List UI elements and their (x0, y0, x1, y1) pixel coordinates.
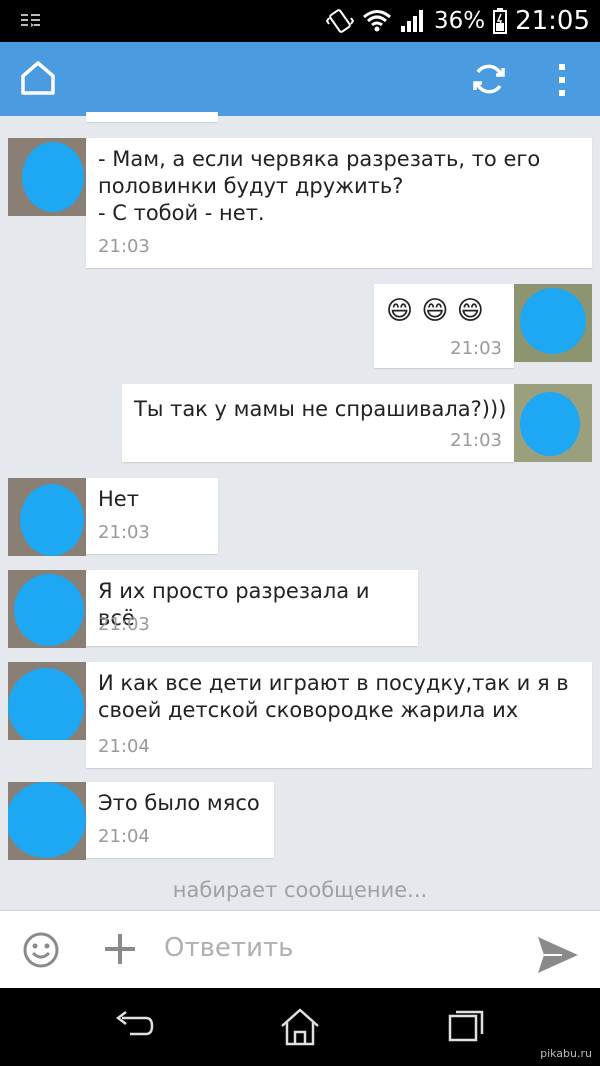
home-icon[interactable] (20, 60, 56, 96)
message-bubble-incoming[interactable]: Я их просто разрезала и всё 21:03 (86, 570, 418, 646)
overflow-menu-icon[interactable] (552, 62, 572, 98)
message-bubble-incoming[interactable]: И как все дети играют в посудку,так и я … (86, 662, 592, 768)
message-text: Нет (98, 487, 139, 511)
message-time: 21:04 (98, 736, 150, 757)
message-bubble-outgoing[interactable]: Ты так у мамы не спрашивала?))) 21:03 (122, 384, 514, 462)
typing-indicator: набирает сообщение... (172, 878, 428, 902)
avatar (8, 662, 86, 740)
message-text: Ты так у мамы не спрашивала?))) (134, 397, 507, 421)
message-text: И как все дети играют в посудку,так и я … (98, 671, 569, 722)
message-bubble-incoming[interactable]: Нет 21:03 (86, 478, 218, 554)
send-icon[interactable] (536, 935, 580, 975)
previous-message-fragment (86, 112, 218, 122)
wifi-icon (362, 10, 391, 32)
plus-icon[interactable] (102, 931, 138, 967)
message-text: 😄 😄 😄 (386, 296, 484, 326)
message-bubble-incoming[interactable]: Это было мясо 21:04 (86, 782, 274, 858)
message-bubble-outgoing[interactable]: 😄 😄 😄 21:03 (374, 284, 514, 368)
home-nav-icon[interactable] (278, 1006, 322, 1048)
avatar (8, 782, 86, 860)
avatar (8, 138, 86, 216)
message-text: Это было мясо (98, 791, 260, 815)
message-time: 21:03 (450, 338, 502, 359)
recents-icon[interactable] (446, 1006, 486, 1046)
message-time: 21:03 (98, 236, 150, 257)
battery-icon (493, 8, 508, 34)
avatar (8, 570, 86, 648)
avatar (514, 284, 592, 362)
message-time: 21:03 (98, 614, 150, 635)
refresh-icon[interactable] (470, 60, 508, 98)
watermark: pikabu.ru (540, 1047, 592, 1060)
message-bubble-incoming[interactable]: - Мам, а если червяка разрезать, то его … (86, 138, 592, 268)
avatar (8, 478, 86, 556)
reply-input[interactable]: Ответить (164, 933, 293, 963)
message-time: 21:03 (98, 522, 150, 543)
system-nav-bar: pikabu.ru (0, 988, 600, 1066)
avatar (514, 384, 592, 462)
vibrate-icon (325, 9, 354, 33)
battery-percent: 36% (433, 8, 486, 34)
emoji-icon[interactable] (22, 931, 60, 969)
message-time: 21:04 (98, 826, 150, 847)
message-time: 21:03 (450, 430, 502, 451)
message-composer: Ответить (0, 910, 600, 989)
notification-icon (21, 14, 40, 27)
app-bar (0, 42, 600, 116)
back-icon[interactable] (112, 1006, 156, 1046)
status-bar: 36% 21:05 (0, 0, 600, 42)
signal-icon (400, 10, 423, 32)
message-text: - Мам, а если червяка разрезать, то его … (98, 147, 541, 225)
clock: 21:05 (515, 6, 590, 36)
